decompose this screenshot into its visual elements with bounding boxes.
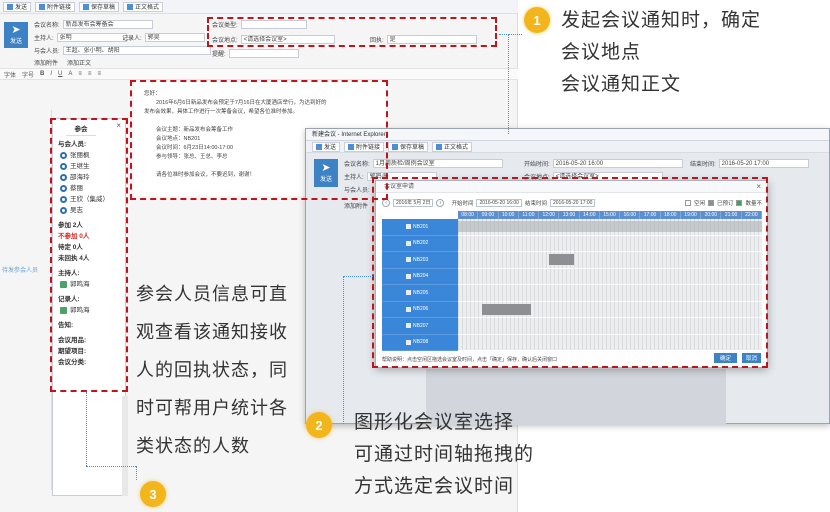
ie-end-input[interactable]: 2016-05-20 17:00 [718,159,809,168]
connector-3 [86,392,87,466]
notify-input[interactable] [228,49,299,58]
send-button[interactable]: ➤ 发送 [4,22,28,48]
step-badge-1: 1 [524,7,550,33]
annotation-3: 参会人员信息可直 观查看该通知接收 人的回执状态，同 时可帮用户统计各 类状态的… [136,284,288,457]
connector-1c [508,34,522,35]
italic-button[interactable]: I [50,71,52,77]
attach-link[interactable]: 添加附件 [34,58,58,67]
highlight-attendee-box [50,118,128,392]
pending-attendees-link[interactable]: 待发参会人员 [2,265,38,274]
recorder-row: 记录人: 郭昊 [122,33,205,42]
host-input[interactable]: 张明 [56,33,127,42]
format-icon [436,143,443,150]
align-right-button[interactable]: ≡ [97,71,101,77]
attachment-row: 添加附件 添加正文 [34,58,91,67]
font-color-button[interactable]: A [68,71,72,77]
ie-attach-link[interactable]: 添加附件 [344,201,368,210]
bold-button[interactable]: B [40,71,44,77]
subject-input[interactable]: 新品发布会筹备会 [62,20,153,29]
email-toolbar: 发送 附件链接 保存草稿 正文格式 [0,0,518,14]
ie-end-row: 结束时间: 2016-05-20 17:00 [690,159,809,168]
underline-button[interactable]: U [58,71,62,77]
recorder-input[interactable]: 郭昊 [144,33,205,42]
connector-2 [343,276,373,277]
format-icon [127,3,134,10]
attendees-input[interactable]: 王超、张小明、胡阳 [62,46,211,55]
save-draft-button[interactable]: 保存草稿 [79,1,120,12]
ie-subject-input[interactable]: 1月周质检/周例会议室 [372,159,503,168]
format-bar: 字体 字号 B I U A ≡ ≡ ≡ [0,68,518,80]
connector-2b [343,276,344,424]
ie-save-button[interactable]: 保存草稿 [388,141,429,152]
annotation-2: 图形化会议室选择 可通过时间轴拖拽的 方式选定会议时间 [354,411,535,497]
annotation-1: 发起会议通知时，确定 会议地点 会议通知正文 [561,9,762,95]
align-center-button[interactable]: ≡ [88,71,92,77]
send-icon [7,3,13,10]
save-icon [83,3,90,10]
scrollbar[interactable] [122,396,128,496]
host-row: 主持人: 张明 [34,33,127,42]
save-icon [392,143,399,150]
connector-3c [136,466,137,480]
send-toolbar-button[interactable]: 发送 [3,1,32,12]
connector-3b [86,466,136,467]
paper-plane-icon: ➤ [11,24,21,36]
attach-icon [39,3,46,10]
attach-toolbar-button[interactable]: 附件链接 [35,1,76,12]
highlight-booking-box [372,177,768,368]
step-badge-3: 3 [140,481,166,507]
highlight-location-box [207,17,497,47]
font-select[interactable]: 字体 [4,70,16,79]
size-select[interactable]: 字号 [22,70,34,79]
add-body-link[interactable]: 添加正文 [67,58,91,67]
notify-row: 提醒: [212,49,299,58]
highlight-body-box [130,80,388,200]
ie-format-button[interactable]: 正文格式 [432,141,473,152]
ie-start-input[interactable]: 2016-05-20 16:00 [552,159,683,168]
left-sidebar: 待发参会人员 [0,110,52,490]
connector-1b [508,34,509,134]
align-left-button[interactable]: ≡ [78,71,82,77]
step-badge-2: 2 [306,412,332,438]
ie-attach-row: 添加附件 [344,201,368,210]
format-button[interactable]: 正文格式 [123,1,164,12]
ie-start-row: 开始时间: 2016-05-20 16:00 [524,159,683,168]
attendees-row: 与会人员: 王超、张小明、胡阳 [34,46,211,55]
subject-row: 会议名称: 新品发布会筹备会 [34,20,153,29]
